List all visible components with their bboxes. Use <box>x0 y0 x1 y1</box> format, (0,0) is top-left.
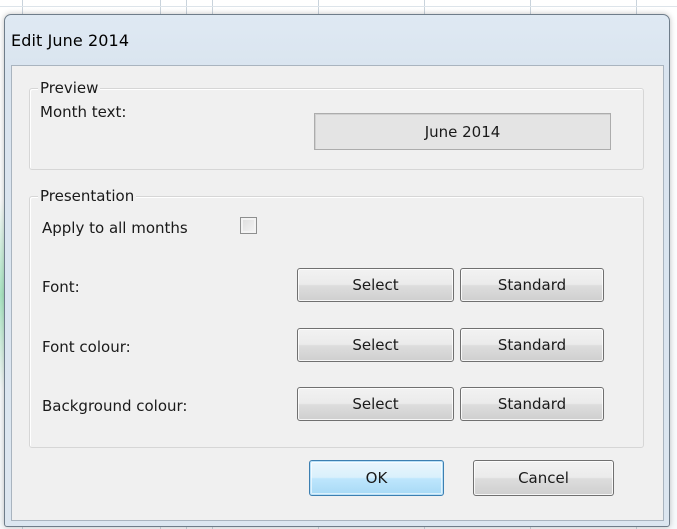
presentation-group-legend: Presentation <box>38 187 137 205</box>
font-colour-standard-button[interactable]: Standard <box>460 328 604 362</box>
dialog-client-area: Preview Month text: June 2014 Presentati… <box>11 65 664 521</box>
ok-button[interactable]: OK <box>309 460 444 496</box>
edit-month-dialog: Edit June 2014 Preview Month text: June … <box>4 14 670 527</box>
background-colour-label: Background colour: <box>42 397 188 415</box>
apply-all-months-label: Apply to all months <box>42 219 188 237</box>
preview-group-legend: Preview <box>38 79 101 97</box>
background-colour-standard-button[interactable]: Standard <box>460 387 604 421</box>
font-standard-button[interactable]: Standard <box>460 268 604 302</box>
font-colour-label: Font colour: <box>42 338 131 356</box>
font-label: Font: <box>42 278 80 296</box>
dialog-title: Edit June 2014 <box>11 31 130 50</box>
month-text-label: Month text: <box>40 103 127 121</box>
font-select-button[interactable]: Select <box>297 268 454 302</box>
font-colour-select-button[interactable]: Select <box>297 328 454 362</box>
preview-group: Preview Month text: June 2014 <box>29 79 644 170</box>
cancel-button[interactable]: Cancel <box>473 460 614 496</box>
grid-line <box>0 6 677 7</box>
background-colour-select-button[interactable]: Select <box>297 387 454 421</box>
apply-all-months-checkbox[interactable] <box>240 217 257 234</box>
month-text-display: June 2014 <box>314 113 611 150</box>
presentation-group: Presentation Apply to all months Font: S… <box>29 187 644 448</box>
